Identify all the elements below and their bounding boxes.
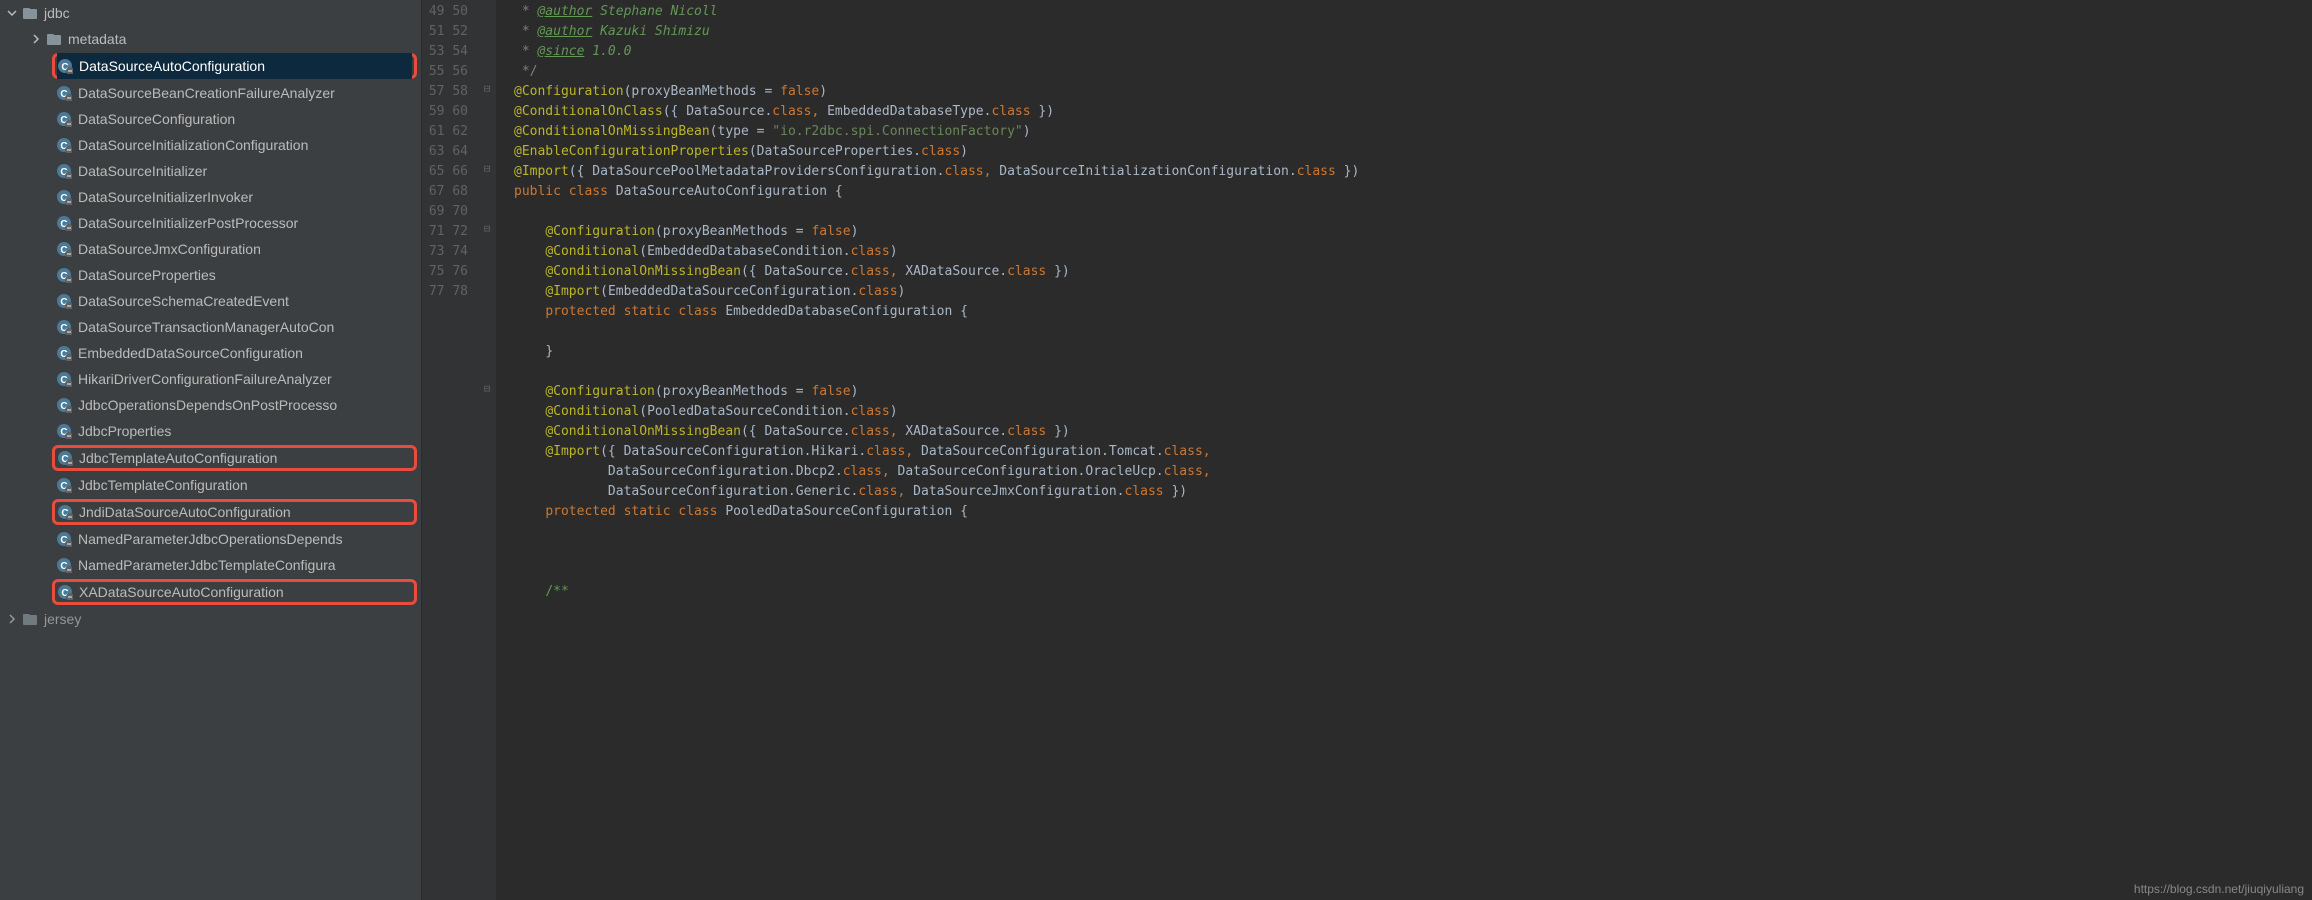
tree-class-item[interactable]: C XADataSourceAutoConfiguration bbox=[57, 579, 412, 605]
java-class-icon: C bbox=[56, 137, 72, 153]
tree-class-item[interactable]: C JdbcTemplateConfiguration bbox=[0, 472, 421, 498]
tree-label: DataSourceBeanCreationFailureAnalyzer bbox=[78, 85, 335, 101]
tree-folder-metadata[interactable]: metadata bbox=[0, 26, 421, 52]
tree-label: DataSourceInitializationConfiguration bbox=[78, 137, 308, 153]
tree-label: NamedParameterJdbcOperationsDepends bbox=[78, 531, 343, 547]
tree-label: NamedParameterJdbcTemplateConfigura bbox=[78, 557, 336, 573]
tree-label: DataSourceTransactionManagerAutoCon bbox=[78, 319, 334, 335]
tree-label: DataSourceJmxConfiguration bbox=[78, 241, 261, 257]
tree-label: DataSourceAutoConfiguration bbox=[79, 58, 265, 74]
tree-folder-jersey[interactable]: jersey bbox=[0, 606, 421, 632]
fold-marker-icon[interactable]: ⊟ bbox=[482, 384, 492, 394]
fold-marker-icon[interactable]: ⊟ bbox=[482, 224, 492, 234]
tree-class-item[interactable]: C DataSourceProperties bbox=[0, 262, 421, 288]
java-class-icon: C bbox=[56, 267, 72, 283]
java-class-icon: C bbox=[56, 215, 72, 231]
java-class-icon: C bbox=[57, 58, 73, 74]
tree-label: DataSourceInitializer bbox=[78, 163, 207, 179]
tree-class-item[interactable]: C DataSourceSchemaCreatedEvent bbox=[0, 288, 421, 314]
code-content[interactable]: * @author Stephane Nicoll * @author Kazu… bbox=[496, 0, 2312, 900]
java-class-icon: C bbox=[56, 189, 72, 205]
java-class-icon: C bbox=[57, 584, 73, 600]
java-class-icon: C bbox=[56, 531, 72, 547]
tree-class-item[interactable]: C DataSourceConfiguration bbox=[0, 106, 421, 132]
chevron-right-icon bbox=[6, 613, 18, 625]
highlight-annotation: C JdbcTemplateAutoConfiguration bbox=[52, 445, 417, 471]
tree-label: jdbc bbox=[44, 5, 70, 21]
highlight-annotation: C JndiDataSourceAutoConfiguration bbox=[52, 499, 417, 525]
package-icon bbox=[22, 5, 38, 21]
line-number-gutter: 49 50 51 52 53 54 55 56 57 58 59 60 61 6… bbox=[422, 0, 480, 900]
tree-class-item[interactable]: C JdbcProperties bbox=[0, 418, 421, 444]
java-class-icon: C bbox=[57, 504, 73, 520]
tree-class-item[interactable]: C JdbcOperationsDependsOnPostProcesso bbox=[0, 392, 421, 418]
tree-class-item[interactable]: C DataSourceJmxConfiguration bbox=[0, 236, 421, 262]
tree-class-item[interactable]: C DataSourceTransactionManagerAutoCon bbox=[0, 314, 421, 340]
tree-label: DataSourceSchemaCreatedEvent bbox=[78, 293, 289, 309]
tree-label: XADataSourceAutoConfiguration bbox=[79, 584, 284, 600]
tree-label: DataSourceConfiguration bbox=[78, 111, 235, 127]
tree-class-item[interactable]: C DataSourceInitializerPostProcessor bbox=[0, 210, 421, 236]
package-icon bbox=[46, 31, 62, 47]
tree-label: DataSourceProperties bbox=[78, 267, 216, 283]
tree-class-item[interactable]: C DataSourceInitializer bbox=[0, 158, 421, 184]
tree-label: JdbcOperationsDependsOnPostProcesso bbox=[78, 397, 337, 413]
fold-marker-icon[interactable]: ⊟ bbox=[482, 164, 492, 174]
fold-gutter[interactable]: ⊟ ⊟ ⊟ ⊟ bbox=[480, 0, 496, 900]
tree-class-item[interactable]: C JndiDataSourceAutoConfiguration bbox=[57, 499, 412, 525]
tree-class-item[interactable]: C DataSourceBeanCreationFailureAnalyzer bbox=[0, 80, 421, 106]
java-class-icon: C bbox=[56, 163, 72, 179]
highlight-annotation: C DataSourceAutoConfiguration bbox=[52, 53, 417, 79]
java-class-icon: C bbox=[56, 477, 72, 493]
tree-class-item[interactable]: C HikariDriverConfigurationFailureAnalyze… bbox=[0, 366, 421, 392]
tree-label: JdbcTemplateAutoConfiguration bbox=[79, 450, 277, 466]
tree-folder-jdbc[interactable]: jdbc bbox=[0, 0, 421, 26]
java-class-icon: C bbox=[56, 423, 72, 439]
java-class-icon: C bbox=[57, 450, 73, 466]
tree-class-item[interactable]: C DataSourceAutoConfiguration bbox=[57, 53, 412, 79]
tree-class-item[interactable]: C DataSourceInitializationConfiguration bbox=[0, 132, 421, 158]
java-class-icon: C bbox=[56, 293, 72, 309]
watermark: https://blog.csdn.net/jiuqiyuliang bbox=[2134, 882, 2304, 896]
chevron-right-icon bbox=[30, 33, 42, 45]
java-class-icon: C bbox=[56, 371, 72, 387]
java-class-icon: C bbox=[56, 85, 72, 101]
java-class-icon: C bbox=[56, 111, 72, 127]
tree-label: EmbeddedDataSourceConfiguration bbox=[78, 345, 303, 361]
tree-label: DataSourceInitializerInvoker bbox=[78, 189, 253, 205]
tree-class-item[interactable]: C DataSourceInitializerInvoker bbox=[0, 184, 421, 210]
chevron-down-icon bbox=[6, 7, 18, 19]
tree-label: JdbcProperties bbox=[78, 423, 171, 439]
tree-class-item[interactable]: C NamedParameterJdbcTemplateConfigura bbox=[0, 552, 421, 578]
package-icon bbox=[22, 611, 38, 627]
tree-class-item[interactable]: C EmbeddedDataSourceConfiguration bbox=[0, 340, 421, 366]
java-class-icon: C bbox=[56, 397, 72, 413]
tree-label: jersey bbox=[44, 611, 81, 627]
code-editor[interactable]: 49 50 51 52 53 54 55 56 57 58 59 60 61 6… bbox=[422, 0, 2312, 900]
java-class-icon: C bbox=[56, 241, 72, 257]
tree-label: HikariDriverConfigurationFailureAnalyzer bbox=[78, 371, 332, 387]
project-tree-sidebar[interactable]: jdbc metadata C DataSourceAutoConfigurati… bbox=[0, 0, 422, 900]
tree-label: DataSourceInitializerPostProcessor bbox=[78, 215, 298, 231]
java-class-icon: C bbox=[56, 319, 72, 335]
java-class-icon: C bbox=[56, 557, 72, 573]
tree-label: JndiDataSourceAutoConfiguration bbox=[79, 504, 291, 520]
java-class-icon: C bbox=[56, 345, 72, 361]
tree-label: JdbcTemplateConfiguration bbox=[78, 477, 248, 493]
tree-class-item[interactable]: C NamedParameterJdbcOperationsDepends bbox=[0, 526, 421, 552]
highlight-annotation: C XADataSourceAutoConfiguration bbox=[52, 579, 417, 605]
fold-marker-icon[interactable]: ⊟ bbox=[482, 84, 492, 94]
tree-class-item[interactable]: C JdbcTemplateAutoConfiguration bbox=[57, 445, 412, 471]
tree-label: metadata bbox=[68, 31, 126, 47]
